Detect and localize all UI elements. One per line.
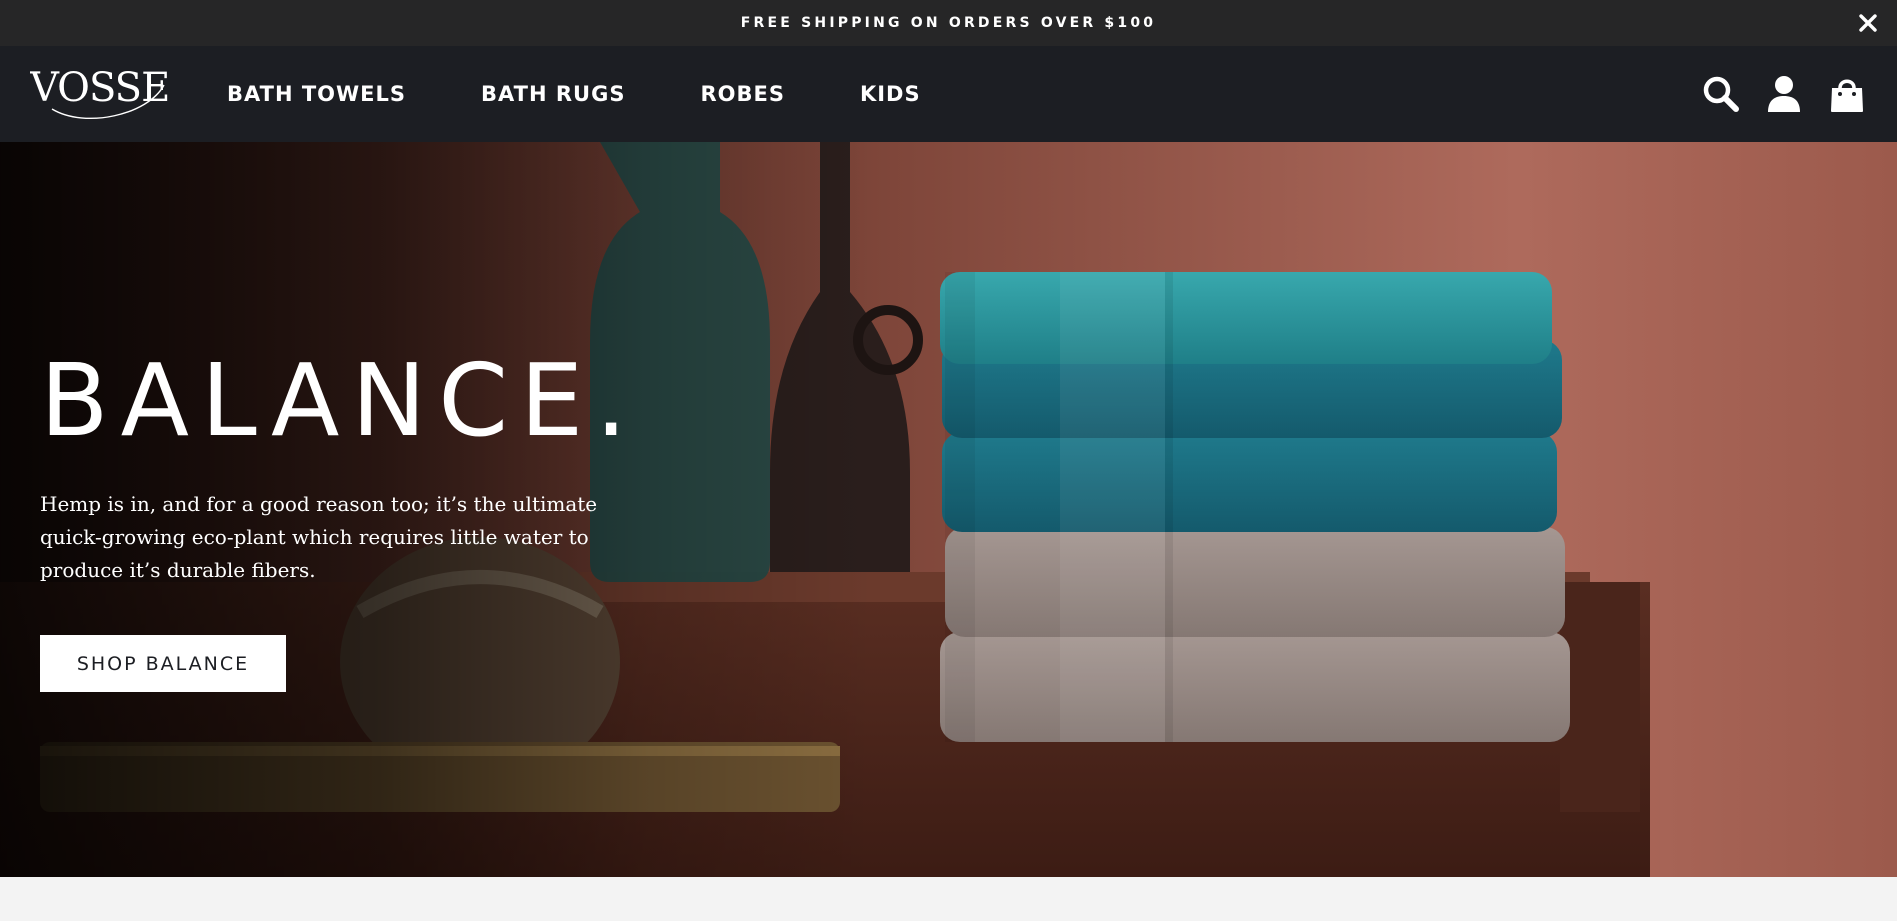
nav-link-bath-towels[interactable]: BATH TOWELS <box>227 82 406 106</box>
announcement-bar: FREE SHIPPING ON ORDERS OVER $100 <box>0 0 1897 46</box>
shop-balance-button[interactable]: SHOP BALANCE <box>40 635 286 692</box>
hero-banner: BALANCE. Hemp is in, and for a good reas… <box>0 142 1897 877</box>
announcement-text: FREE SHIPPING ON ORDERS OVER $100 <box>740 15 1157 31</box>
nav-link-bath-rugs[interactable]: BATH RUGS <box>481 82 625 106</box>
below-hero-section <box>0 877 1897 921</box>
hero-title: BALANCE. <box>40 342 640 459</box>
account-button[interactable] <box>1764 74 1804 114</box>
search-button[interactable] <box>1701 74 1741 114</box>
search-icon <box>1703 76 1739 112</box>
account-icon <box>1768 76 1800 112</box>
vossen-logo[interactable]: VOSSEN <box>29 63 204 123</box>
nav-link-kids[interactable]: KIDS <box>860 82 921 106</box>
logo-text: VOSSEN <box>30 65 170 111</box>
close-icon <box>1859 14 1877 32</box>
cart-button[interactable] <box>1827 74 1867 114</box>
nav-links: BATH TOWELS BATH RUGS ROBES KIDS <box>227 46 996 142</box>
nav-link-robes[interactable]: ROBES <box>700 82 785 106</box>
shopping-bag-icon <box>1831 79 1863 112</box>
hero-description: Hemp is in, and for a good reason too; i… <box>40 492 598 582</box>
nav-icons <box>1678 74 1867 114</box>
main-navigation: VOSSEN BATH TOWELS BATH RUGS ROBES KIDS <box>0 46 1897 142</box>
close-announcement-button[interactable] <box>1855 10 1881 36</box>
